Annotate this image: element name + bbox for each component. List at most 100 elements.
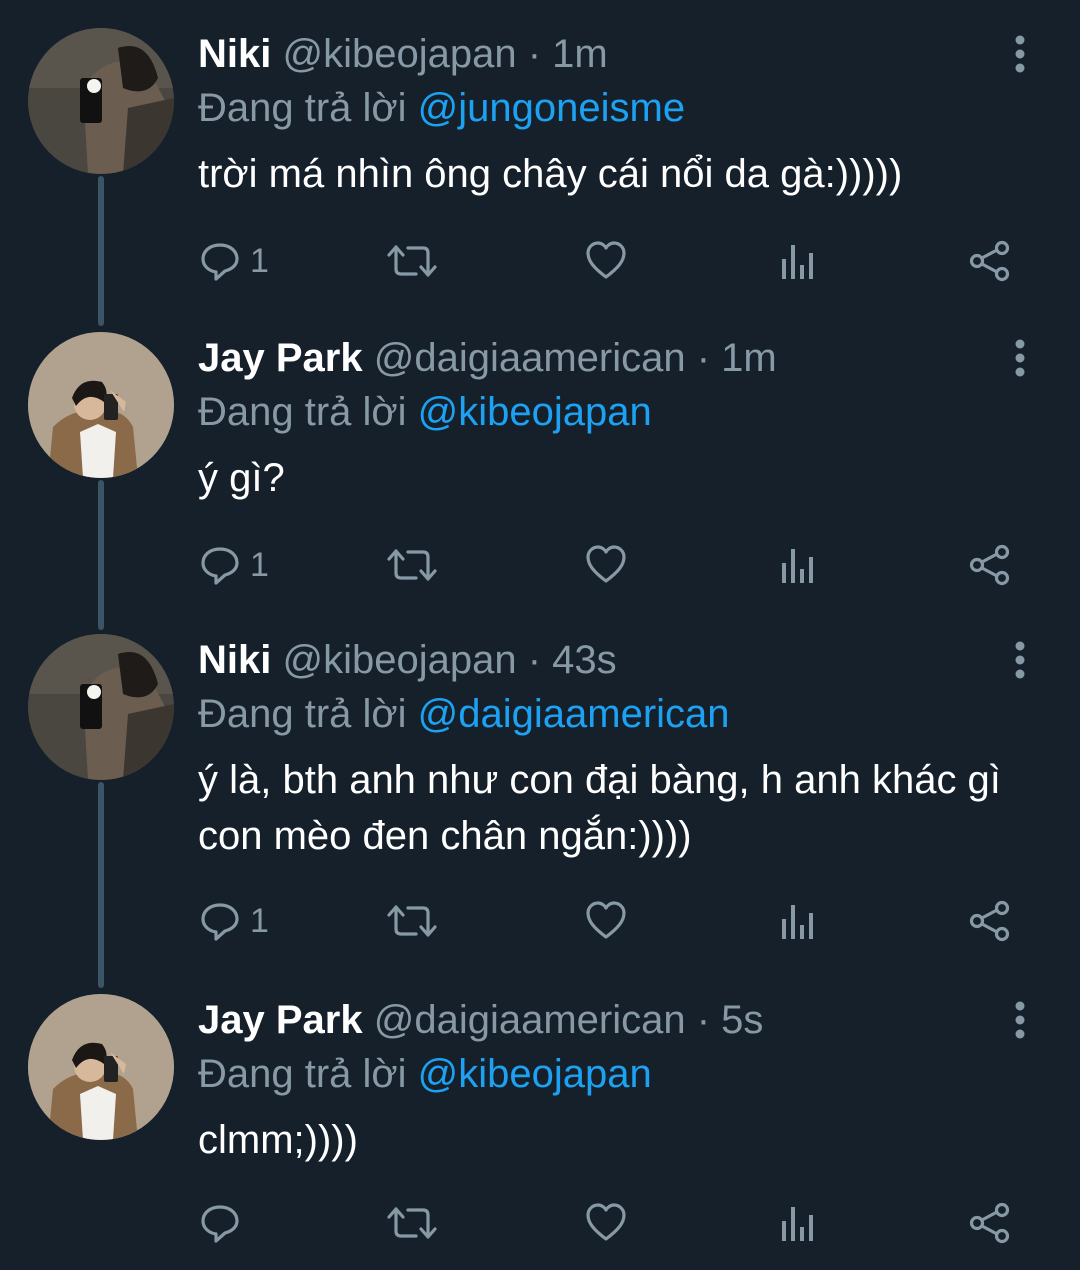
timestamp[interactable]: 1m bbox=[721, 336, 777, 380]
share-button[interactable] bbox=[968, 540, 1012, 590]
avatar[interactable] bbox=[28, 634, 174, 780]
retweet-icon bbox=[387, 905, 437, 937]
tweet-text: ý gì? bbox=[198, 456, 285, 500]
tweet[interactable]: Jay Park @daigiaamerican · 1m Đang trả l… bbox=[0, 304, 1080, 604]
analytics-icon bbox=[782, 905, 813, 939]
analytics-icon bbox=[782, 549, 813, 583]
retweet-icon bbox=[387, 549, 437, 581]
like-button[interactable] bbox=[584, 236, 628, 286]
handle[interactable]: @daigiaamerican bbox=[374, 998, 686, 1042]
replying-to: Đang trả lời @kibeojapan bbox=[198, 1050, 652, 1098]
avatar-image bbox=[28, 332, 174, 478]
tweet-text: trời má nhìn ông chây cái nổi da gà:))))… bbox=[198, 152, 903, 196]
heart-icon bbox=[586, 901, 626, 939]
avatar[interactable] bbox=[28, 332, 174, 478]
replying-to: Đang trả lời @kibeojapan bbox=[198, 388, 652, 436]
tweet-header: Niki @kibeojapan · 1m bbox=[198, 30, 608, 78]
share-button[interactable] bbox=[968, 236, 1012, 286]
more-vertical-icon bbox=[1015, 35, 1025, 73]
analytics-button[interactable] bbox=[778, 896, 818, 946]
retweet-button[interactable] bbox=[386, 540, 438, 590]
reply-icon bbox=[201, 547, 239, 585]
handle[interactable]: @daigiaamerican bbox=[374, 336, 686, 380]
display-name[interactable]: Niki bbox=[198, 638, 271, 682]
more-vertical-icon bbox=[1015, 339, 1025, 377]
like-button[interactable] bbox=[584, 896, 628, 946]
more-vertical-icon bbox=[1015, 641, 1025, 679]
reply-icon bbox=[201, 1205, 239, 1243]
replying-to-label: Đang trả lời bbox=[198, 86, 407, 130]
like-button[interactable] bbox=[584, 1198, 628, 1248]
tweet-text: ý là, bth anh như con đại bàng, h anh kh… bbox=[198, 758, 1001, 858]
display-name[interactable]: Jay Park bbox=[198, 998, 363, 1042]
mention-link[interactable]: @daigiaamerican bbox=[418, 692, 730, 736]
separator: · bbox=[516, 638, 553, 682]
share-button[interactable] bbox=[968, 896, 1012, 946]
display-name[interactable]: Jay Park bbox=[198, 336, 363, 380]
replying-to: Đang trả lời @jungoneisme bbox=[198, 84, 685, 132]
reply-icon bbox=[201, 903, 239, 941]
replying-to-label: Đang trả lời bbox=[198, 1052, 407, 1096]
tweet[interactable]: Niki @kibeojapan · 1m Đang trả lời @jung… bbox=[0, 0, 1080, 300]
tweet-text: clmm;)))) bbox=[198, 1118, 358, 1162]
share-icon bbox=[969, 1202, 1010, 1244]
action-bar: 1 bbox=[198, 236, 1028, 286]
retweet-icon bbox=[387, 245, 437, 277]
retweet-icon bbox=[387, 1207, 437, 1239]
mention-link[interactable]: @kibeojapan bbox=[418, 390, 652, 434]
replying-to-label: Đang trả lời bbox=[198, 692, 407, 736]
like-button[interactable] bbox=[584, 540, 628, 590]
timestamp[interactable]: 5s bbox=[721, 998, 763, 1042]
tweet-header: Jay Park @daigiaamerican · 5s bbox=[198, 996, 763, 1044]
tweet-header: Jay Park @daigiaamerican · 1m bbox=[198, 334, 777, 382]
mention-link[interactable]: @kibeojapan bbox=[418, 1052, 652, 1096]
replying-to-label: Đang trả lời bbox=[198, 390, 407, 434]
retweet-button[interactable] bbox=[386, 896, 438, 946]
avatar[interactable] bbox=[28, 994, 174, 1140]
action-bar: 1 bbox=[198, 896, 1028, 946]
more-button[interactable] bbox=[1000, 32, 1040, 76]
timestamp[interactable]: 43s bbox=[552, 638, 617, 682]
reply-button[interactable] bbox=[198, 1198, 250, 1248]
action-bar: 1 bbox=[198, 540, 1028, 590]
share-button[interactable] bbox=[968, 1198, 1012, 1248]
tweet-header: Niki @kibeojapan · 43s bbox=[198, 636, 617, 684]
replying-to: Đang trả lời @daigiaamerican bbox=[198, 690, 730, 738]
share-icon bbox=[969, 900, 1010, 942]
share-icon bbox=[969, 544, 1010, 586]
reply-button[interactable]: 1 bbox=[198, 896, 269, 946]
timestamp[interactable]: 1m bbox=[552, 32, 608, 76]
retweet-button[interactable] bbox=[386, 1198, 438, 1248]
heart-icon bbox=[586, 1203, 626, 1241]
separator: · bbox=[685, 336, 722, 380]
reply-count: 1 bbox=[250, 241, 269, 280]
analytics-button[interactable] bbox=[778, 1198, 818, 1248]
analytics-button[interactable] bbox=[778, 236, 818, 286]
heart-icon bbox=[586, 241, 626, 279]
analytics-icon bbox=[782, 245, 813, 279]
reply-button[interactable]: 1 bbox=[198, 236, 269, 286]
retweet-button[interactable] bbox=[386, 236, 438, 286]
avatar-image bbox=[28, 634, 174, 780]
reply-button[interactable]: 1 bbox=[198, 540, 269, 590]
avatar-image bbox=[28, 28, 174, 174]
analytics-icon bbox=[782, 1207, 813, 1241]
display-name[interactable]: Niki bbox=[198, 32, 271, 76]
reply-count: 1 bbox=[250, 901, 269, 940]
more-button[interactable] bbox=[1000, 638, 1040, 682]
action-bar bbox=[198, 1198, 1028, 1248]
separator: · bbox=[685, 998, 722, 1042]
separator: · bbox=[516, 32, 553, 76]
analytics-button[interactable] bbox=[778, 540, 818, 590]
tweet[interactable]: Jay Park @daigiaamerican · 5s Đang trả l… bbox=[0, 966, 1080, 1270]
more-vertical-icon bbox=[1015, 1001, 1025, 1039]
more-button[interactable] bbox=[1000, 998, 1040, 1042]
handle[interactable]: @kibeojapan bbox=[282, 638, 516, 682]
tweet[interactable]: Niki @kibeojapan · 43s Đang trả lời @dai… bbox=[0, 606, 1080, 966]
avatar[interactable] bbox=[28, 28, 174, 174]
avatar-image bbox=[28, 994, 174, 1140]
heart-icon bbox=[586, 545, 626, 583]
handle[interactable]: @kibeojapan bbox=[282, 32, 516, 76]
mention-link[interactable]: @jungoneisme bbox=[418, 86, 685, 130]
more-button[interactable] bbox=[1000, 336, 1040, 380]
